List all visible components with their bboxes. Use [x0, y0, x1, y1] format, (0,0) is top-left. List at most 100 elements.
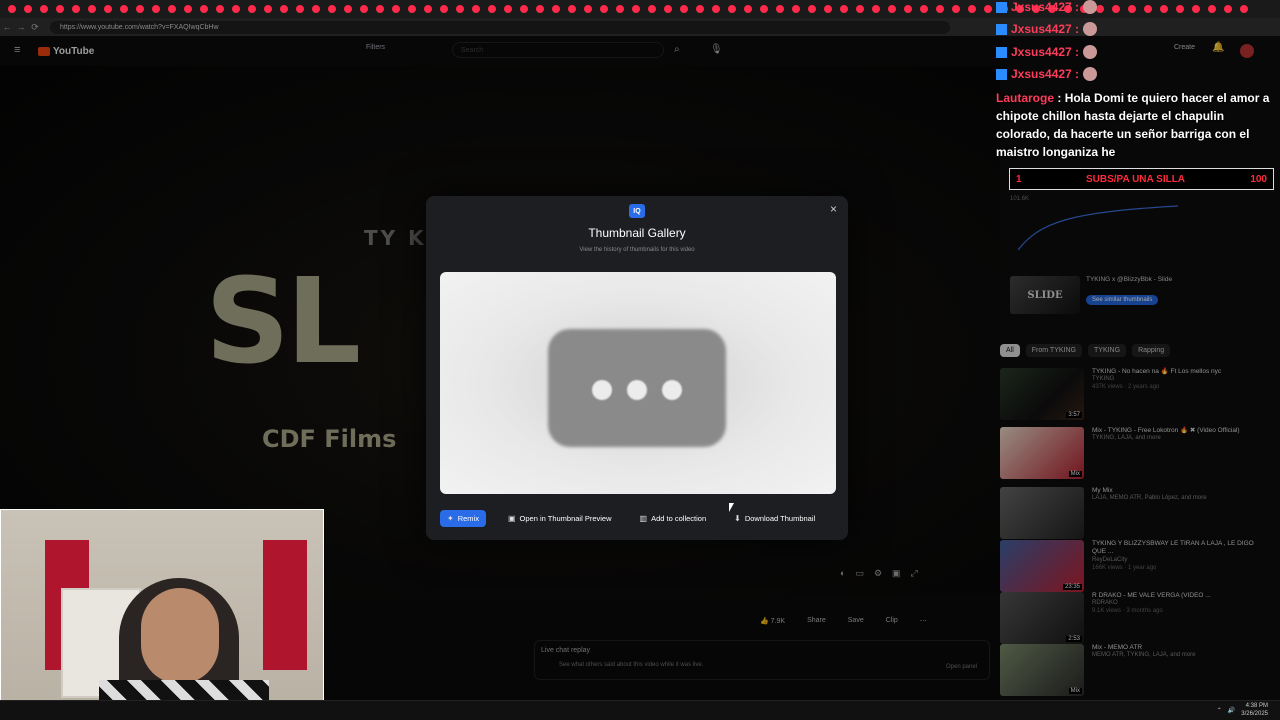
- tab-favicon-icon: [328, 5, 336, 13]
- mouse-cursor-icon: [729, 503, 739, 512]
- browser-tab-icon[interactable]: [340, 2, 356, 16]
- browser-tab-icon[interactable]: [4, 2, 20, 16]
- browser-tab-icon[interactable]: [308, 2, 324, 16]
- url-field[interactable]: https://www.youtube.com/watch?v=FXAQIwqC…: [50, 20, 950, 34]
- browser-tab-icon[interactable]: [1140, 2, 1156, 16]
- browser-tab-icon[interactable]: [852, 2, 868, 16]
- browser-tab-icon[interactable]: [1124, 2, 1140, 16]
- browser-tab-icon[interactable]: [644, 2, 660, 16]
- browser-tab-icon[interactable]: [836, 2, 852, 16]
- browser-tab-icon[interactable]: [516, 2, 532, 16]
- browser-tab-icon[interactable]: [228, 2, 244, 16]
- tab-favicon-icon: [88, 5, 96, 13]
- browser-tab-icon[interactable]: [948, 2, 964, 16]
- browser-tab-icon[interactable]: [964, 2, 980, 16]
- browser-tab-icon[interactable]: [1236, 2, 1252, 16]
- tab-favicon-icon: [1176, 5, 1184, 13]
- browser-tab-icon[interactable]: [932, 2, 948, 16]
- add-to-collection-button[interactable]: ▥ Add to collection: [640, 514, 707, 523]
- browser-tab-icon[interactable]: [596, 2, 612, 16]
- tab-favicon-icon: [776, 5, 784, 13]
- browser-tab-icon[interactable]: [788, 2, 804, 16]
- browser-tab-icon[interactable]: [980, 2, 996, 16]
- browser-tab-icon[interactable]: [532, 2, 548, 16]
- browser-tab-icon[interactable]: [452, 2, 468, 16]
- download-thumbnail-button[interactable]: ⬇ Download Thumbnail: [734, 514, 815, 523]
- back-icon[interactable]: ←: [0, 22, 14, 32]
- platform-icon: [996, 68, 1007, 80]
- tab-favicon-icon: [152, 5, 160, 13]
- close-icon[interactable]: ×: [830, 202, 837, 216]
- browser-tab-icon[interactable]: [84, 2, 100, 16]
- browser-tab-icon[interactable]: [100, 2, 116, 16]
- browser-tab-icon[interactable]: [756, 2, 772, 16]
- browser-tab-icon[interactable]: [196, 2, 212, 16]
- browser-tab-icon[interactable]: [68, 2, 84, 16]
- browser-tab-icon[interactable]: [116, 2, 132, 16]
- thumbnail-preview: [440, 272, 836, 494]
- browser-tab-icon[interactable]: [436, 2, 452, 16]
- browser-tab-icon[interactable]: [212, 2, 228, 16]
- browser-tab-icon[interactable]: [884, 2, 900, 16]
- tab-favicon-icon: [1096, 5, 1104, 13]
- browser-tab-icon[interactable]: [148, 2, 164, 16]
- browser-tab-icon[interactable]: [708, 2, 724, 16]
- browser-tab-icon[interactable]: [36, 2, 52, 16]
- browser-tab-icon[interactable]: [868, 2, 884, 16]
- browser-tab-icon[interactable]: [132, 2, 148, 16]
- browser-tab-icon[interactable]: [468, 2, 484, 16]
- volume-icon[interactable]: 🔊: [1228, 707, 1235, 714]
- browser-tab-icon[interactable]: [1220, 2, 1236, 16]
- reload-icon[interactable]: ⟳: [28, 22, 42, 33]
- browser-tab-icon[interactable]: [916, 2, 932, 16]
- browser-tab-icon[interactable]: [292, 2, 308, 16]
- modal-subtitle: View the history of thumbnails for this …: [579, 247, 695, 253]
- clock-time: 4:38 PM: [1245, 703, 1268, 710]
- browser-tab-icon[interactable]: [260, 2, 276, 16]
- browser-tab-icon[interactable]: [820, 2, 836, 16]
- tab-favicon-icon: [40, 5, 48, 13]
- browser-tab-icon[interactable]: [324, 2, 340, 16]
- browser-tab-icon[interactable]: [804, 2, 820, 16]
- remix-button[interactable]: ✦ Remix: [440, 510, 486, 527]
- browser-tab-icon[interactable]: [484, 2, 500, 16]
- loading-dot: [592, 380, 612, 400]
- browser-tab-icon[interactable]: [276, 2, 292, 16]
- browser-tab-icon[interactable]: [404, 2, 420, 16]
- browser-tab-icon[interactable]: [548, 2, 564, 16]
- browser-tab-icon[interactable]: [1156, 2, 1172, 16]
- browser-tab-icon[interactable]: [388, 2, 404, 16]
- browser-tab-icon[interactable]: [740, 2, 756, 16]
- browser-tab-icon[interactable]: [660, 2, 676, 16]
- browser-tab-icon[interactable]: [564, 2, 580, 16]
- browser-tab-icon[interactable]: [1108, 2, 1124, 16]
- tab-favicon-icon: [952, 5, 960, 13]
- tray-chevron-icon[interactable]: ⌃: [1217, 707, 1222, 714]
- browser-tab-icon[interactable]: [580, 2, 596, 16]
- browser-tab-icon[interactable]: [20, 2, 36, 16]
- open-thumbnail-preview-button[interactable]: ▣ Open in Thumbnail Preview: [508, 514, 612, 523]
- tab-favicon-icon: [488, 5, 496, 13]
- browser-tab-icon[interactable]: [724, 2, 740, 16]
- browser-tab-icon[interactable]: [1172, 2, 1188, 16]
- browser-tab-icon[interactable]: [1188, 2, 1204, 16]
- forward-icon[interactable]: →: [14, 22, 28, 32]
- browser-tab-icon[interactable]: [676, 2, 692, 16]
- browser-tab-icon[interactable]: [180, 2, 196, 16]
- tab-favicon-icon: [1208, 5, 1216, 13]
- browser-tab-icon[interactable]: [772, 2, 788, 16]
- browser-tab-icon[interactable]: [692, 2, 708, 16]
- taskbar-clock[interactable]: 4:38 PM 3/26/2025: [1241, 703, 1268, 717]
- browser-tab-icon[interactable]: [1204, 2, 1220, 16]
- browser-tab-icon[interactable]: [500, 2, 516, 16]
- browser-tab-icon[interactable]: [612, 2, 628, 16]
- browser-tab-icon[interactable]: [900, 2, 916, 16]
- browser-tab-icon[interactable]: [372, 2, 388, 16]
- browser-tab-icon[interactable]: [244, 2, 260, 16]
- browser-tab-icon[interactable]: [164, 2, 180, 16]
- browser-tab-icon[interactable]: [420, 2, 436, 16]
- browser-tab-icon[interactable]: [628, 2, 644, 16]
- browser-tab-icon[interactable]: [356, 2, 372, 16]
- browser-tab-icon[interactable]: [52, 2, 68, 16]
- loading-dot: [627, 380, 647, 400]
